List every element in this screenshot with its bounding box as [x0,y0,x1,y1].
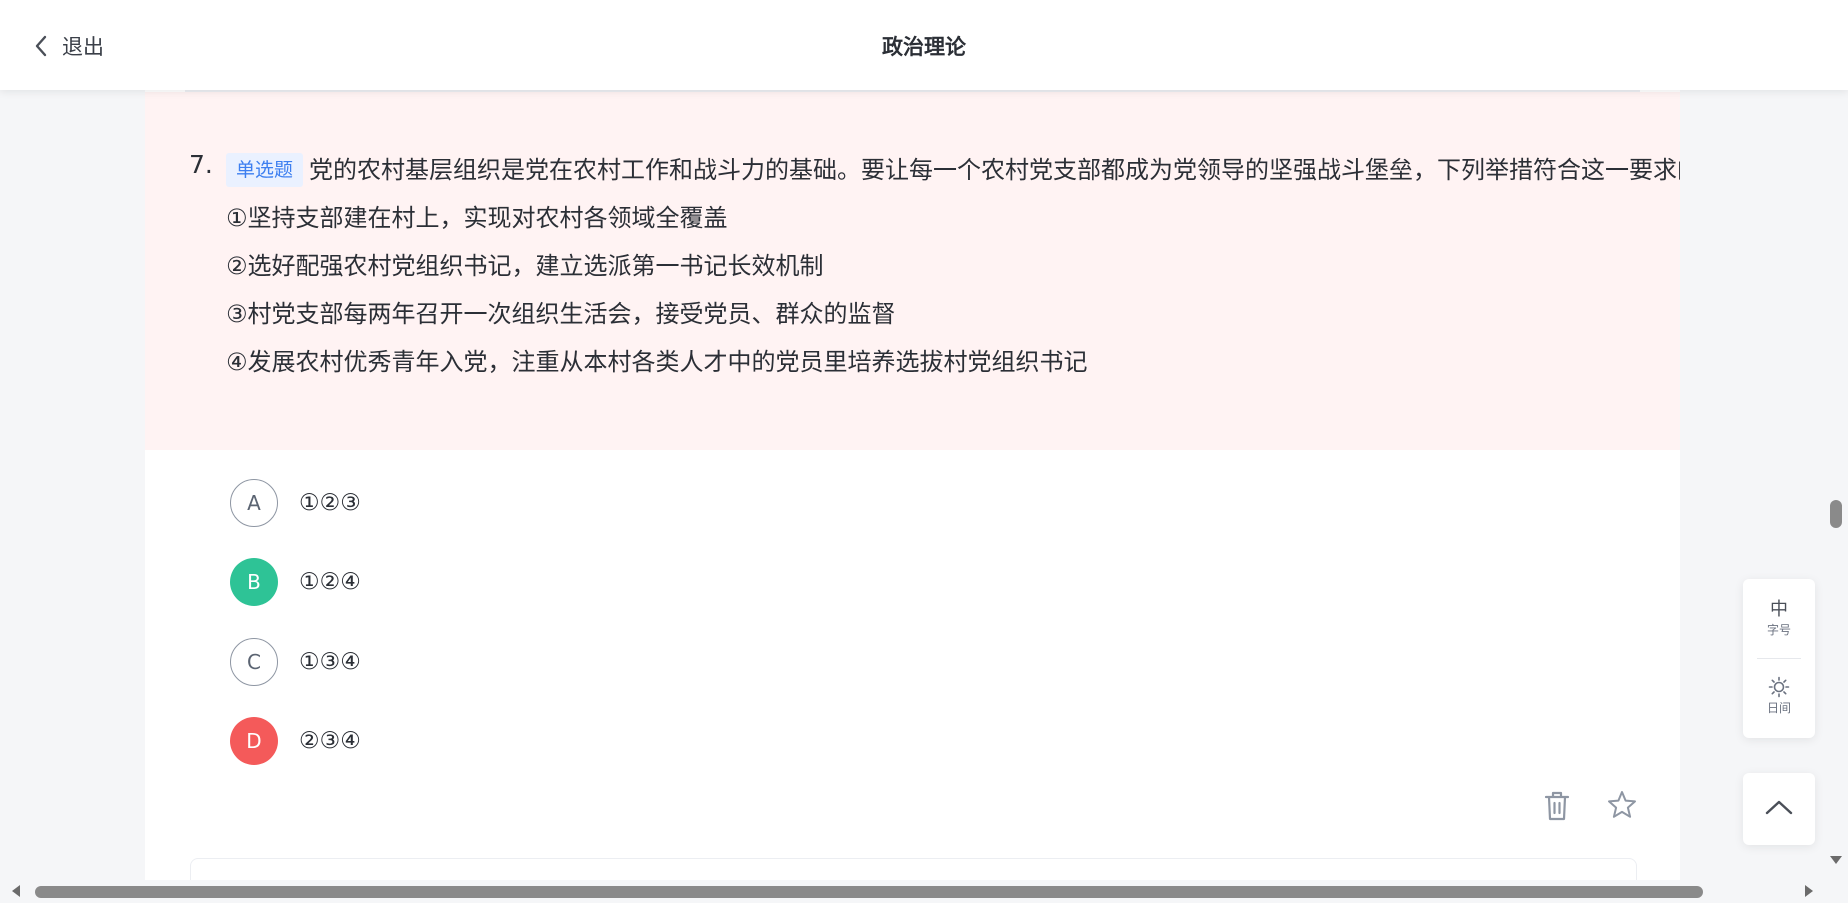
question-type-badge: 单选题 [226,153,304,187]
option-letter: C [230,638,278,686]
horizontal-scrollbar-thumb[interactable] [35,886,1703,898]
option-d[interactable]: D ②③④ [230,715,361,767]
statement-item: ③村党支部每两年召开一次组织生活会，接受党员、群众的监督 [226,300,896,328]
font-size-label: 字号 [1766,623,1791,637]
theme-toggle-button[interactable]: 日间 [1743,676,1815,716]
option-text: ①③④ [299,649,361,675]
trash-icon[interactable] [1542,790,1572,826]
chevron-up-icon [1764,798,1794,820]
back-to-top-button[interactable] [1743,773,1815,845]
font-size-button[interactable]: 中 字号 [1743,600,1815,638]
question-stem-box: 7. 单选题 党的农村基层组织是党在农村工作和战斗力的基础。要让每一个农村党支部都… [145,92,1680,450]
scroll-down-arrow[interactable] [1830,856,1842,864]
option-letter: D [230,717,278,765]
option-text: ①②④ [299,569,361,595]
question-panel: 7. 单选题 党的农村基层组织是党在农村工作和战斗力的基础。要让每一个农村党支部都… [145,90,1680,880]
theme-label: 日间 [1766,701,1791,715]
option-text: ②③④ [299,728,361,754]
top-bar: 退出 政治理论 [0,0,1848,90]
option-letter: B [230,558,278,606]
scroll-right-arrow[interactable] [1805,885,1813,897]
option-text: ①②③ [299,490,361,516]
question-stem: 党的农村基层组织是党在农村工作和战斗力的基础。要让每一个农村党支部都成为党领导的… [309,156,1680,184]
statement-item: ④发展农村优秀青年入党，注重从本村各类人才中的党员里培养选拔村党组织书记 [226,348,1088,376]
horizontal-scrollbar[interactable] [0,880,1848,903]
font-size-value: 中 [1770,599,1788,620]
page-title: 政治理论 [882,35,966,59]
question-body: 单选题 党的农村基层组织是党在农村工作和战斗力的基础。要让每一个农村党支部都成为党… [226,146,1680,386]
option-b[interactable]: B ①②④ [230,556,361,608]
divider [1757,658,1801,659]
statement-item: ②选好配强农村党组织书记，建立选派第一书记长效机制 [226,252,824,280]
vertical-scrollbar-thumb[interactable] [1830,500,1842,528]
star-icon[interactable] [1606,789,1638,825]
statement-item: ①坚持支部建在村上，实现对农村各领域全覆盖 [226,204,728,232]
option-a[interactable]: A ①②③ [230,477,361,529]
side-toolbar: 中 字号 日间 [1743,579,1815,738]
question-number: 7. [189,150,213,179]
option-letter: A [230,479,278,527]
scroll-left-arrow[interactable] [12,885,20,897]
analysis-card [190,858,1637,880]
sun-icon [1743,676,1815,698]
option-c[interactable]: C ①③④ [230,636,361,688]
